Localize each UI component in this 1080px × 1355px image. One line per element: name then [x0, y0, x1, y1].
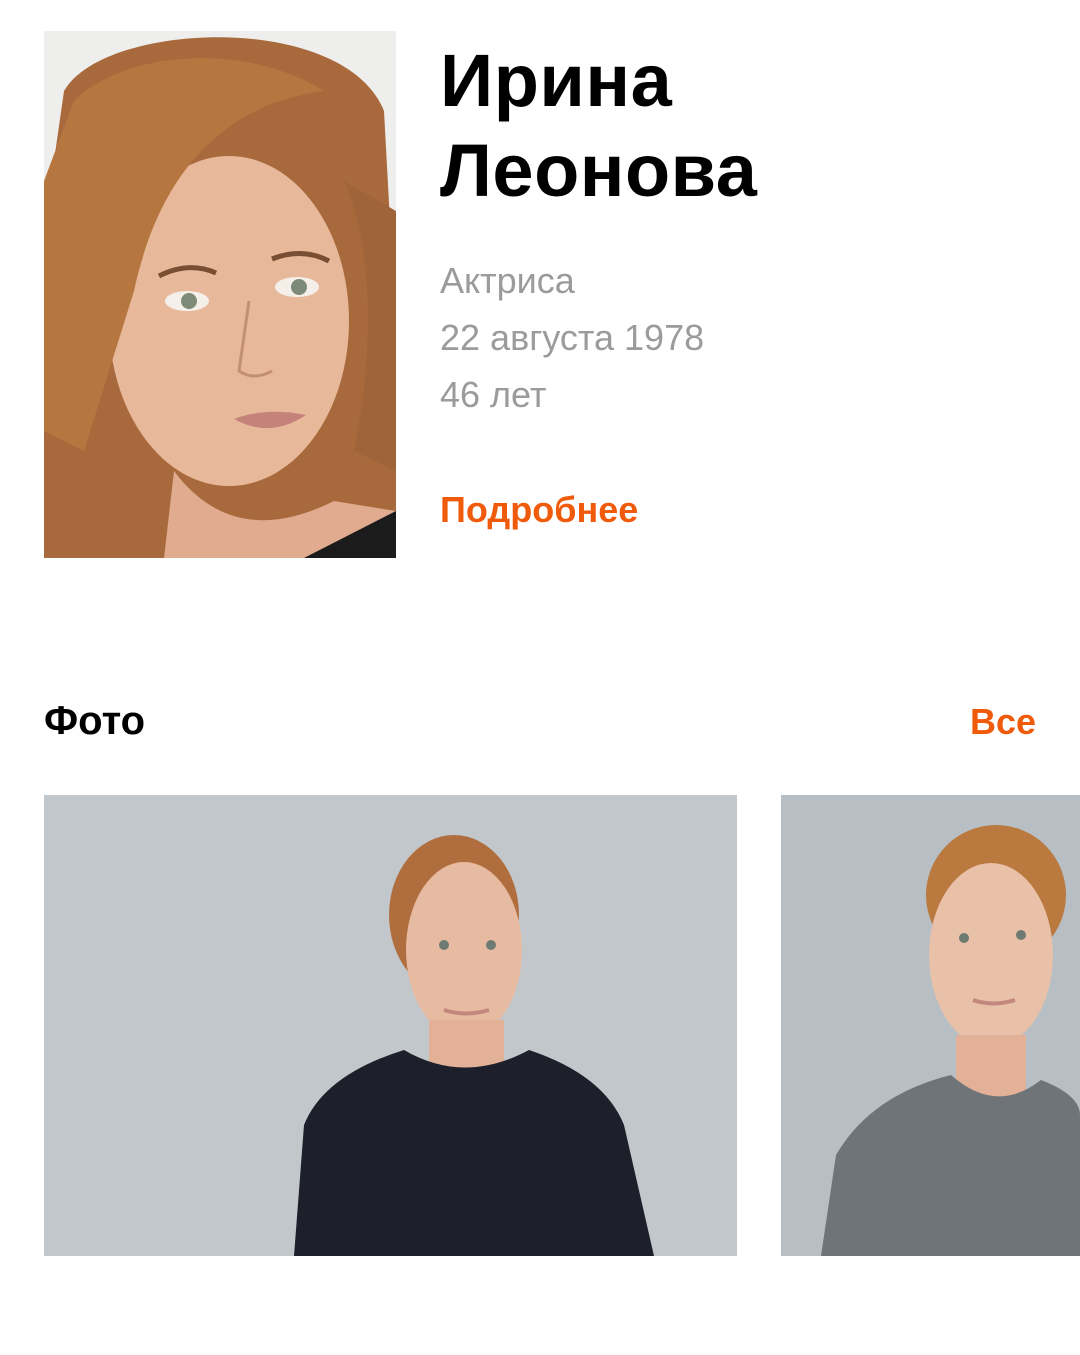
photo-image	[781, 795, 1080, 1256]
person-name: Ирина Леонова	[440, 36, 1040, 216]
profession-text: Актриса	[440, 260, 575, 301]
portrait-image	[44, 31, 396, 558]
person-last-name: Леонова	[440, 129, 758, 212]
person-first-name: Ирина	[440, 39, 673, 122]
more-details-link[interactable]: Подробнее	[440, 488, 638, 532]
photos-section-title: Фото	[44, 699, 146, 743]
photo-image	[44, 795, 737, 1256]
age-text: 46 лет	[440, 374, 547, 415]
photo-thumbnail[interactable]	[781, 795, 1080, 1256]
profile-photo	[44, 31, 396, 558]
birth-date-text: 22 августа 1978	[440, 317, 705, 358]
all-photos-link[interactable]: Все	[970, 699, 1036, 745]
photo-thumbnail[interactable]	[44, 795, 737, 1256]
